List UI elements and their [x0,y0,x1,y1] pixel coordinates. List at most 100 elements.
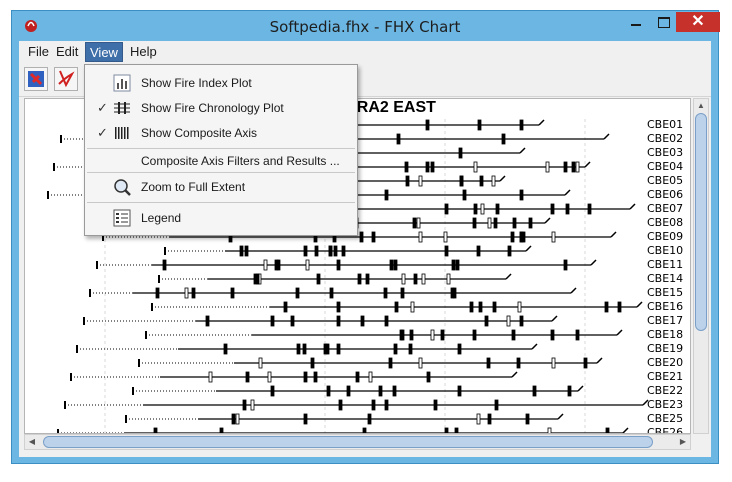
fire-scar-mark [393,343,398,355]
open-file-button[interactable] [24,67,48,91]
fire-scar-mark [389,259,394,271]
fire-scar-mark [519,189,524,201]
fire-scar-mark [404,161,409,173]
bark-marker [525,245,532,252]
tree-label: CBE07 [647,202,684,215]
checkmark-icon: ✓ [97,100,108,115]
title-bar[interactable]: Softpedia.fhx - FHX Chart ✕ [12,11,720,41]
tree-label: CBE25 [647,412,684,425]
bark-marker [499,175,506,182]
fire-scar-mark [357,273,362,285]
export-pdf-button[interactable] [54,67,78,91]
menu-file[interactable]: File [24,41,53,63]
fire-scar-mark [355,371,360,383]
pith-marker [70,373,72,381]
fire-scar-mark [384,399,389,411]
bark-marker [519,147,526,154]
fire-scar-mark [563,259,568,271]
menu-item-composite-axis-filters[interactable]: Composite Axis Filters and Results ... [85,149,357,173]
fire-scar-mark [478,301,483,313]
fire-scar-mark [519,231,524,243]
pith-marker [164,247,166,255]
fire-scar-mark [360,315,365,327]
horizontal-scrollbar[interactable]: ◀ ▶ [24,434,691,450]
vertical-scroll-thumb[interactable] [695,113,707,331]
fire-scar-mark [410,301,415,313]
fire-scar-mark [421,273,426,285]
menu-item-label: Zoom to Full Extent [141,180,246,194]
menu-edit[interactable]: Edit [52,41,82,63]
fire-scar-mark [245,371,250,383]
fire-scar-mark [532,385,537,397]
pith-marker [89,289,91,297]
fire-scar-mark [223,343,228,355]
fire-scar-mark [455,259,460,271]
fire-scar-mark [446,273,451,285]
fire-scar-mark [433,399,438,411]
tree-label: CBE09 [647,230,684,243]
menu-item-show-fire-chronology-plot[interactable]: ✓ Show Fire Chronology Plot [85,96,357,120]
fire-scar-mark [550,203,555,215]
fire-scar-mark [336,343,341,355]
vertical-scrollbar[interactable]: ▲ [693,98,709,434]
tree-label: CBE02 [647,132,684,145]
scroll-left-arrow-icon[interactable]: ◀ [25,435,39,449]
tree-label: CBE20 [647,356,684,369]
close-button[interactable]: ✕ [676,12,720,32]
pdf-icon [58,70,75,88]
menu-item-label: Composite Axis Filters and Results ... [141,154,340,168]
fire-scar-mark [359,231,364,243]
fire-scar-mark [367,413,372,425]
fire-scar-mark [184,287,189,299]
fire-scar-mark [617,301,622,313]
bark-marker [544,217,551,224]
bark-marker [577,385,584,392]
fire-scar-mark [487,217,492,229]
tree-label: CBE01 [647,118,684,131]
menu-item-show-composite-axis[interactable]: ✓ Show Composite Axis [85,121,357,145]
fire-scar-mark [412,217,417,229]
fire-scar-mark [253,273,258,285]
fire-scar-mark [565,203,570,215]
fire-scar-mark [487,413,492,425]
menu-help[interactable]: Help [126,41,161,63]
fire-scar-mark [270,385,275,397]
fire-scar-mark [519,315,524,327]
fire-scar-mark [384,315,389,327]
fire-scar-mark [457,385,462,397]
fire-scar-mark [250,399,255,411]
fire-scar-mark [472,217,477,229]
fire-scar-mark [303,371,308,383]
tree-label: CBE03 [647,146,684,159]
fire-scar-mark [338,399,343,411]
menu-item-zoom-to-full-extent[interactable]: Zoom to Full Extent [85,175,357,199]
menu-item-legend[interactable]: Legend [85,206,357,230]
menu-item-show-fire-index-plot[interactable]: Show Fire Index Plot [85,71,357,95]
fire-scar-mark [563,161,568,173]
bark-marker [551,315,558,322]
fire-scar-mark [303,413,308,425]
scroll-right-arrow-icon[interactable]: ▶ [676,435,690,449]
fire-scar-mark [258,357,263,369]
tree-label: CBE22 [647,384,684,397]
menu-view[interactable]: View [85,42,123,62]
zoom-icon [114,179,131,196]
fire-scar-mark [506,315,511,327]
tree-label: CBE17 [647,314,684,327]
tree-label: CBE21 [647,370,684,383]
fire-scar-mark [501,133,506,145]
bark-marker [610,231,617,238]
maximize-button[interactable] [650,12,676,32]
fire-scar-mark [296,343,301,355]
tree-label: CBE19 [647,342,684,355]
fire-scar-mark [392,385,397,397]
horizontal-scroll-thumb[interactable] [43,436,653,448]
tree-label: CBE11 [647,258,684,271]
scroll-up-arrow-icon[interactable]: ▲ [694,99,708,113]
minimize-button[interactable] [622,12,650,32]
fire-scar-mark [208,371,213,383]
window-title: Softpedia.fhx - FHX Chart [269,18,461,36]
fire-scar-mark [336,259,341,271]
fire-scar-mark [575,161,580,173]
fire-scar-mark [378,385,383,397]
